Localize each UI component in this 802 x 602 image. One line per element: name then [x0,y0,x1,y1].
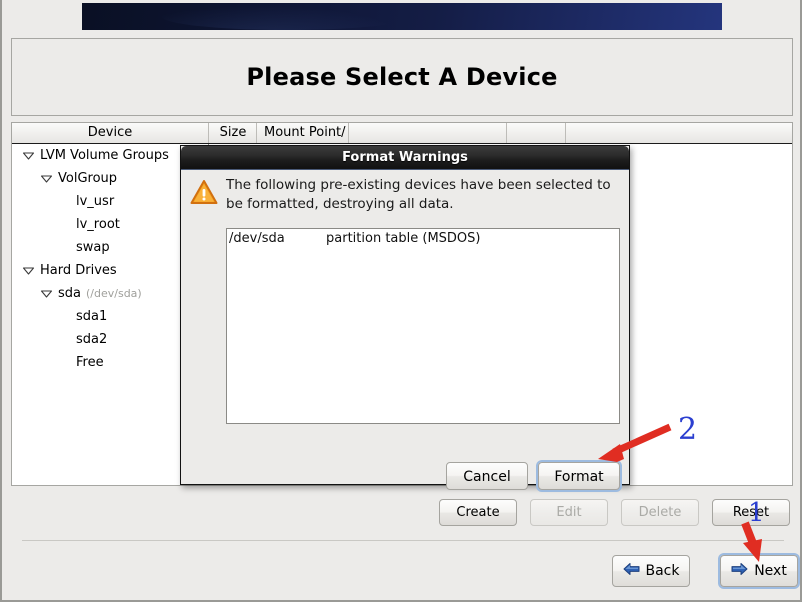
delete-button: Delete [621,499,699,526]
tree-row-label: sda [58,286,81,301]
back-button-label: Back [645,563,680,579]
tree-row[interactable]: VolGroup [12,167,208,190]
dialog-body: The following pre-existing devices have … [181,169,629,490]
tree-row-label: LVM Volume Groups [40,148,169,163]
column-header-blank-2[interactable] [508,123,566,143]
column-header-blank-1[interactable] [350,123,507,143]
tree-row[interactable]: Free [12,351,208,374]
next-button[interactable]: Next [720,555,798,587]
tree-row-label: sda1 [76,309,108,324]
tree-row[interactable]: sda (/dev/sda) [12,282,208,305]
banner-area [2,0,800,32]
expander-triangle-icon[interactable] [22,264,35,277]
dialog-cancel-button[interactable]: Cancel [446,462,528,490]
navigation-button-row: Back Next [2,546,800,596]
column-header-blank-3[interactable] [567,123,792,143]
page-title-box: Please Select A Device [11,38,793,116]
column-header-mount-point[interactable]: Mount Point/ [258,123,349,143]
table-column-header: Device Size Mount Point/ [12,123,792,144]
tree-row-label: Free [76,355,104,370]
tree-row-sublabel: (/dev/sda) [86,287,142,300]
column-header-size[interactable]: Size [210,123,257,143]
tree-row-label: lv_usr [76,194,115,209]
warning-icon [190,179,218,205]
dialog-message: The following pre-existing devices have … [226,177,611,212]
brand-banner [82,3,722,30]
dialog-button-row: Cancel Format [181,462,629,506]
tree-row[interactable]: sda2 [12,328,208,351]
column-header-device[interactable]: Device [12,123,209,143]
tree-row[interactable]: lv_root [12,213,208,236]
dialog-title: Format Warnings [181,146,629,169]
back-button[interactable]: Back [612,555,690,587]
expander-triangle-icon[interactable] [40,172,53,185]
affected-devices-list[interactable]: /dev/sda partition table (MSDOS) [226,228,620,424]
nav-separator [22,540,784,541]
tree-row-label: swap [76,240,110,255]
tree-row-label: sda2 [76,332,108,347]
banner-swirl-decoration [162,3,412,30]
list-item[interactable]: /dev/sda partition table (MSDOS) [227,229,619,249]
installer-window: Please Select A Device Device Size Mount… [0,0,802,602]
tree-row[interactable]: Hard Drives [12,259,208,282]
expander-triangle-icon[interactable] [40,287,53,300]
tree-row[interactable]: LVM Volume Groups [12,144,208,167]
tree-row-label: lv_root [76,217,120,232]
arrow-left-icon [623,562,640,580]
tree-row[interactable]: lv_usr [12,190,208,213]
format-warnings-dialog: Format Warnings The following pre-existi… [180,145,630,490]
tree-row-label: VolGroup [58,171,118,186]
expander-triangle-icon[interactable] [22,149,35,162]
arrow-right-icon [731,562,748,580]
dialog-format-button[interactable]: Format [538,462,620,490]
reset-button[interactable]: Reset [712,499,790,526]
tree-row[interactable]: sda1 [12,305,208,328]
tree-row-label: Hard Drives [40,263,117,278]
page-title: Please Select A Device [246,63,558,91]
next-button-label: Next [754,563,787,579]
tree-row[interactable]: swap [12,236,208,259]
